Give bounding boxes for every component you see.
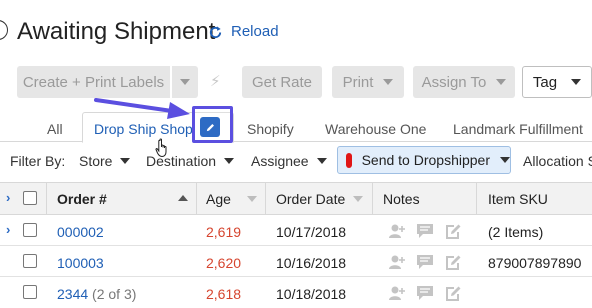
tab-all[interactable]: All [47,120,63,138]
assign-to-button[interactable]: Assign To [413,66,515,98]
order-date: 10/18/2018 [276,286,347,302]
edit-note-icon[interactable] [444,223,462,239]
order-age: 2,619 [206,224,242,240]
tag-label: Tag [532,73,558,91]
filter-allocation[interactable]: Allocation S [523,152,592,170]
order-number-link[interactable]: 000002 [57,223,104,241]
order-number-link[interactable]: 2344 [57,286,88,302]
row-checkbox[interactable] [23,285,37,299]
reload-icon [209,25,222,38]
filter-assignee-label: Assignee [251,153,309,169]
notes-icons [388,254,462,270]
tab-warehouse-one[interactable]: Warehouse One [325,120,426,138]
window-edge-control[interactable] [0,20,8,40]
send-to-dropshipper-label: Send to Dropshipper [361,152,490,168]
print-button[interactable]: Print [332,66,404,98]
chevron-down-icon [224,158,235,164]
filter-store-label: Store [79,153,113,169]
sort-indicator-icon[interactable] [353,196,363,202]
tab-shopify[interactable]: Shopify [247,120,294,138]
column-divider [46,183,47,214]
expand-row-chevron-icon[interactable]: › [6,223,10,237]
filter-by-label: Filter By: [10,153,66,169]
send-to-dropshipper-filter[interactable]: Send to Dropshipper [337,146,511,174]
notes-icons [388,223,462,239]
assign-to-label: Assign To [421,73,487,91]
order-age: 2,620 [206,255,242,271]
column-divider [476,183,477,214]
dropship-tag-icon [346,152,352,168]
chevron-down-icon [496,79,507,85]
row-checkbox[interactable] [23,223,37,237]
filter-destination-label: Destination [146,153,217,169]
row-checkbox[interactable] [23,254,37,268]
message-icon[interactable] [416,285,434,301]
column-header-order-date[interactable]: Order Date [276,190,345,208]
page-title: Awaiting Shipment [17,18,216,45]
get-rate-button[interactable]: Get Rate [242,66,322,98]
column-divider [372,183,373,214]
reload-button[interactable]: Reload [208,22,279,42]
column-header-order[interactable]: Order # [57,190,107,208]
order-split-count: (2 of 3) [88,286,137,302]
column-header-item-sku[interactable]: Item SKU [488,190,548,208]
order-number-cell: 2344 (2 of 3) [57,285,136,303]
annotation-arrow-icon [94,98,190,119]
lightning-icon: ⚡︎ [210,73,221,90]
order-number-link[interactable]: 100003 [57,254,104,272]
message-icon[interactable] [416,254,434,270]
column-divider [196,183,197,214]
chevron-down-icon [383,79,394,85]
chevron-down-icon [571,79,582,85]
row-divider [0,276,592,277]
chevron-down-icon [500,157,510,163]
chevron-down-icon [120,158,131,164]
filter-assignee[interactable]: Assignee [251,152,327,170]
chevron-down-icon [316,158,327,164]
reload-label: Reload [231,23,279,40]
order-date: 10/16/2018 [276,255,347,271]
sort-indicator-icon[interactable] [247,196,257,202]
edit-note-icon[interactable] [444,285,462,301]
column-divider [265,183,266,214]
print-label: Print [342,73,374,91]
sort-ascending-icon[interactable] [178,195,188,201]
assign-user-icon[interactable] [388,223,406,239]
select-all-checkbox[interactable] [23,191,37,205]
edit-tab-button[interactable] [200,117,220,137]
filter-destination[interactable]: Destination [146,152,235,170]
row-divider [0,245,592,246]
order-date: 10/17/2018 [276,224,347,240]
message-icon[interactable] [416,223,434,239]
pencil-icon [206,123,214,131]
item-sku: (2 Items) [488,224,544,240]
assign-user-icon[interactable] [388,285,406,301]
column-header-age[interactable]: Age [206,190,231,208]
tag-button[interactable]: Tag [522,66,592,98]
item-sku: 879007897890 [488,255,582,271]
notes-icons [388,285,462,301]
chevron-down-icon [180,79,190,85]
order-age: 2,618 [206,286,242,302]
filter-store[interactable]: Store [79,152,131,170]
column-header-notes[interactable]: Notes [383,190,420,208]
tab-landmark-fulfillment[interactable]: Landmark Fulfillment [453,120,583,138]
expand-all-chevron-icon[interactable]: › [6,191,10,205]
tab-drop-ship-shop-label: Drop Ship Shop [94,121,193,137]
edit-note-icon[interactable] [444,254,462,270]
assign-user-icon[interactable] [388,254,406,270]
